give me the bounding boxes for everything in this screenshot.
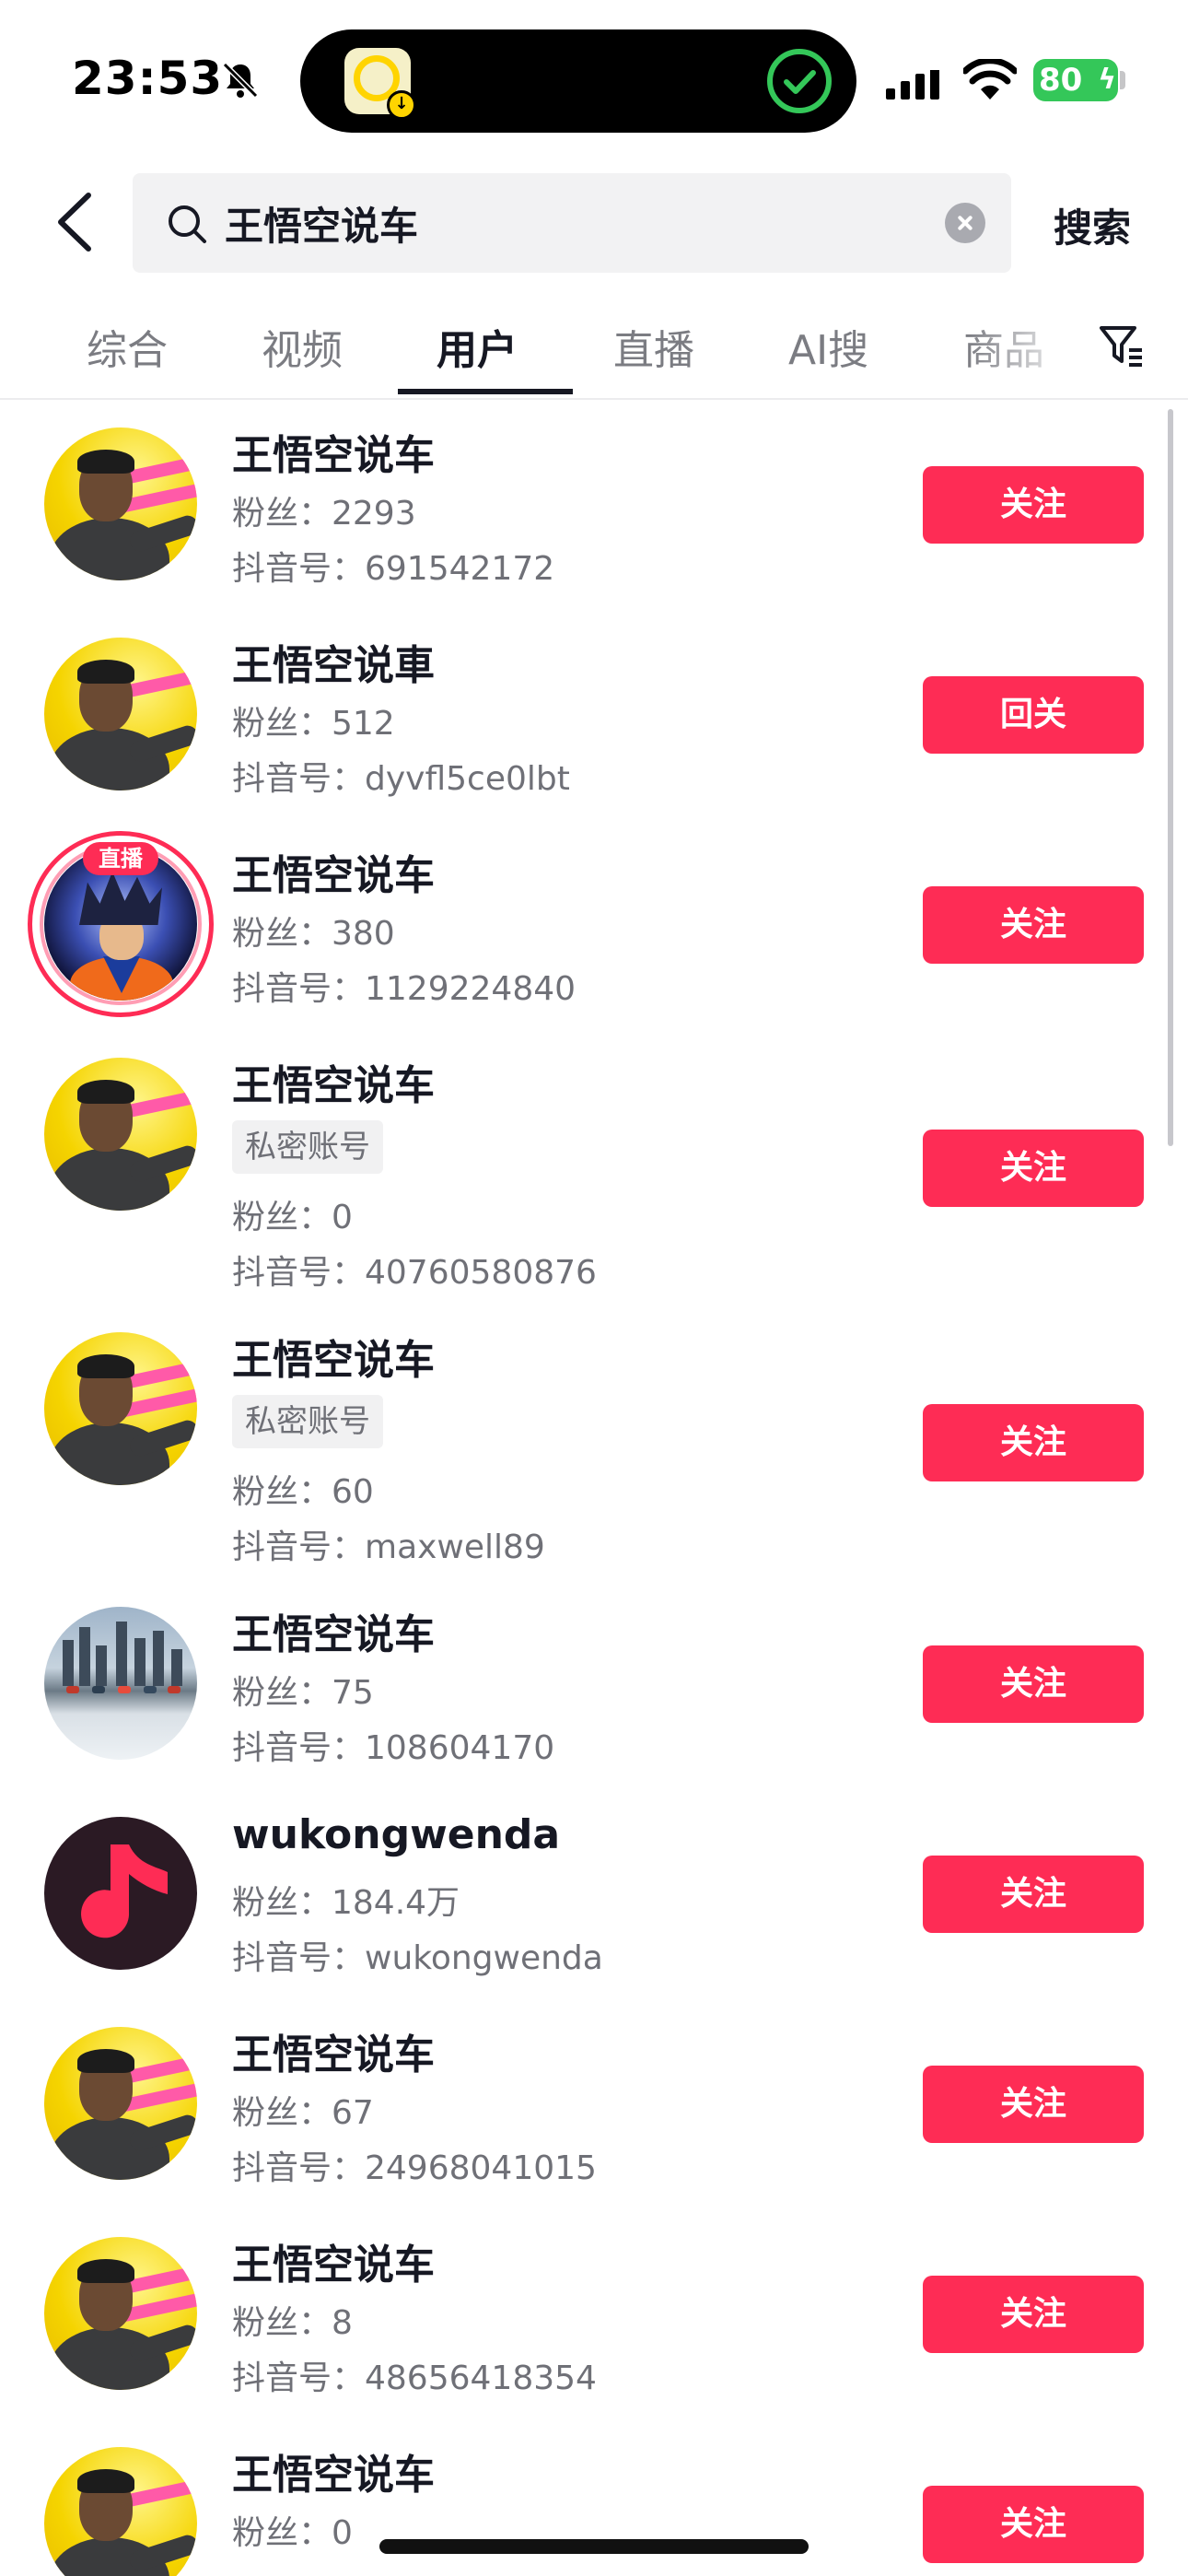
fans-count: 粉丝：380: [232, 915, 395, 953]
home-indicator[interactable]: [379, 2539, 809, 2554]
tab-ai-search[interactable]: AI搜: [788, 317, 868, 376]
douyin-id: 抖音号：40760580876: [232, 1254, 597, 1292]
follow-button[interactable]: 关注: [923, 1404, 1144, 1481]
tab-live[interactable]: 直播: [613, 317, 694, 376]
user-name[interactable]: 王悟空说车: [232, 842, 435, 901]
user-name[interactable]: 王悟空说车: [232, 1601, 435, 1660]
download-app-icon: ↓: [344, 48, 416, 120]
active-tab-indicator: [398, 389, 573, 394]
result-tabs: 综合 视频 用户 直播 AI搜 商品: [0, 304, 1188, 400]
fans-count: 粉丝：512: [232, 705, 395, 743]
douyin-id: 抖音号：wukongwenda: [232, 1939, 603, 1977]
follow-button[interactable]: 关注: [923, 2486, 1144, 2563]
tab-fade: [967, 304, 1105, 396]
user-name[interactable]: 王悟空说车: [232, 2231, 435, 2290]
user-name[interactable]: wukongwenda: [232, 1811, 560, 1858]
back-button[interactable]: [52, 190, 98, 254]
avatar[interactable]: [44, 2447, 197, 2576]
fans-count: 粉丝：60: [232, 1473, 374, 1511]
status-time: 23:53: [72, 52, 224, 105]
douyin-id: 抖音号：1129224840: [232, 970, 577, 1008]
private-account-tag: 私密账号: [232, 1120, 383, 1174]
fans-count: 粉丝：8: [232, 2304, 353, 2342]
follow-button[interactable]: 关注: [923, 1645, 1144, 1723]
tab-videos[interactable]: 视频: [262, 317, 343, 376]
follow-button[interactable]: 关注: [923, 2066, 1144, 2143]
follow-button[interactable]: 关注: [923, 2276, 1144, 2353]
user-name[interactable]: 王悟空说车: [232, 2021, 435, 2080]
douyin-id: 抖音号：dyvfl5ce0lbt: [232, 760, 570, 798]
search-button[interactable]: 搜索: [1054, 197, 1131, 253]
dynamic-island[interactable]: ↓: [300, 29, 856, 133]
douyin-id: 抖音号：691542172: [232, 550, 555, 588]
avatar[interactable]: [44, 1817, 197, 1970]
search-box[interactable]: [133, 173, 1011, 273]
wifi-icon: [963, 59, 1017, 100]
user-name[interactable]: 王悟空说车: [232, 422, 435, 481]
music-note-icon: [81, 1844, 168, 1938]
douyin-id: 抖音号：108604170: [232, 1729, 555, 1767]
user-name[interactable]: 王悟空说车: [232, 1052, 435, 1111]
search-input[interactable]: [225, 197, 869, 249]
private-account-tag: 私密账号: [232, 1395, 383, 1448]
douyin-id: 抖音号：48656418354: [232, 2359, 597, 2397]
fans-count: 粉丝：75: [232, 1674, 374, 1712]
avatar[interactable]: [44, 1332, 197, 1485]
fans-count: 粉丝：67: [232, 2094, 374, 2132]
check-circle-icon: [767, 49, 832, 113]
avatar[interactable]: [44, 2027, 197, 2180]
avatar[interactable]: [44, 427, 197, 580]
charging-bolt-icon: ϟ: [1098, 64, 1116, 96]
follow-button[interactable]: 关注: [923, 1856, 1144, 1933]
user-name[interactable]: 王悟空说車: [232, 632, 435, 691]
follow-back-button[interactable]: 回关: [923, 676, 1144, 754]
avatar[interactable]: [44, 638, 197, 790]
avatar[interactable]: [44, 1607, 197, 1760]
tab-comprehensive[interactable]: 综合: [87, 317, 168, 376]
douyin-id: 抖音号：24968041015: [232, 2149, 597, 2187]
silent-bell-icon: [222, 62, 259, 99]
fans-count: 粉丝：0: [232, 2514, 353, 2552]
battery-level: 80: [1039, 62, 1083, 99]
follow-button[interactable]: 关注: [923, 886, 1144, 964]
fans-count: 粉丝：2293: [232, 495, 416, 533]
battery-indicator: 80 ϟ: [1033, 59, 1118, 101]
follow-button[interactable]: 关注: [923, 1130, 1144, 1207]
live-badge: 直播: [83, 842, 158, 875]
user-name[interactable]: 王悟空说车: [232, 2441, 435, 2500]
avatar[interactable]: [44, 1058, 197, 1211]
cellular-signal-icon: [886, 66, 941, 100]
tab-users[interactable]: 用户: [437, 317, 518, 376]
fans-count: 粉丝：0: [232, 1199, 353, 1236]
filter-icon[interactable]: [1098, 322, 1144, 369]
follow-button[interactable]: 关注: [923, 466, 1144, 544]
status-bar: 23:53 ↓ 80 ϟ: [0, 0, 1188, 157]
battery-cap: [1120, 71, 1125, 89]
douyin-id: 抖音号：maxwell89: [232, 1528, 545, 1566]
search-icon: [169, 205, 206, 243]
user-name[interactable]: 王悟空说车: [232, 1327, 435, 1386]
scrollbar[interactable]: [1168, 409, 1173, 1146]
avatar[interactable]: [44, 2237, 197, 2390]
clear-search-icon[interactable]: [945, 203, 985, 243]
fans-count: 粉丝：184.4万: [232, 1884, 460, 1922]
